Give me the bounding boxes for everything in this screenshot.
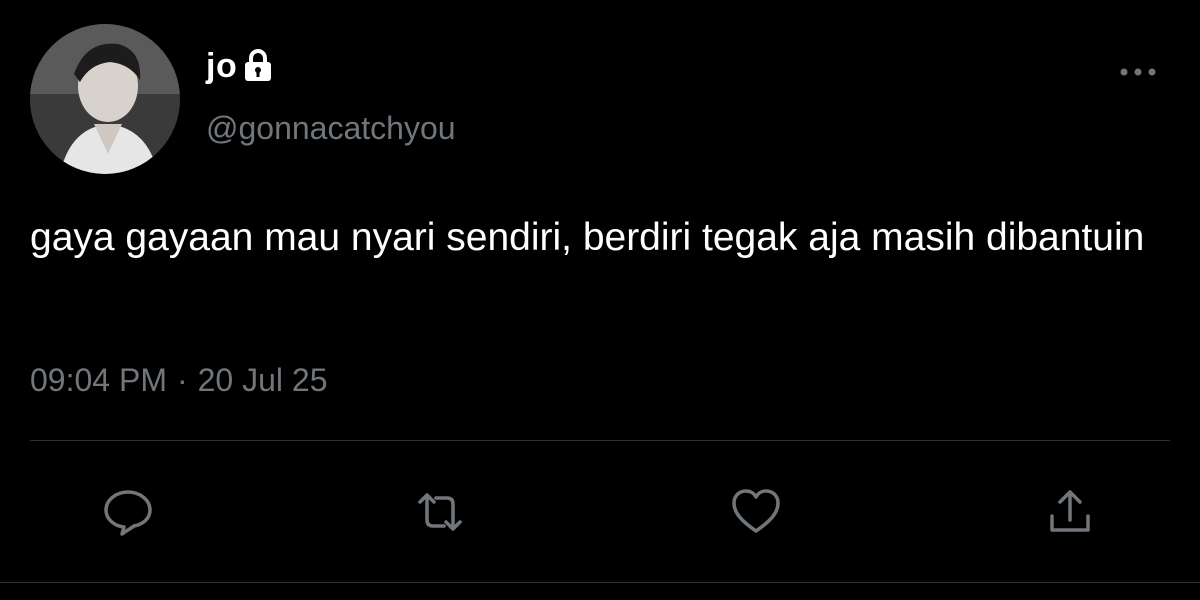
tweet-card: jo @gonnacatchyou gaya gayaan mau nyari … <box>0 0 1200 600</box>
tweet-text: gaya gayaan mau nyari sendiri, berdiri t… <box>30 216 1145 259</box>
avatar[interactable] <box>30 24 180 174</box>
display-name[interactable]: jo <box>206 47 237 86</box>
bottom-divider <box>0 582 1200 583</box>
like-button[interactable] <box>730 486 782 538</box>
retweet-button[interactable] <box>414 486 466 538</box>
retweet-icon <box>418 493 462 531</box>
user-handle[interactable]: @gonnacatchyou <box>206 110 456 147</box>
tweet-time: 09:04 PM <box>30 362 167 398</box>
comment-icon <box>104 490 152 536</box>
more-icon[interactable] <box>1116 58 1160 86</box>
timestamp-separator: · <box>176 362 188 398</box>
lock-icon <box>243 49 273 83</box>
heart-icon <box>732 489 780 533</box>
share-icon <box>1050 490 1090 532</box>
share-button[interactable] <box>1044 486 1096 538</box>
reply-button[interactable] <box>102 486 154 538</box>
tweet-date: 20 Jul 25 <box>197 362 328 398</box>
divider <box>30 440 1170 441</box>
user-name-row: jo <box>206 44 273 88</box>
tweet-timestamp[interactable]: 09:04 PM · 20 Jul 25 <box>30 362 328 399</box>
